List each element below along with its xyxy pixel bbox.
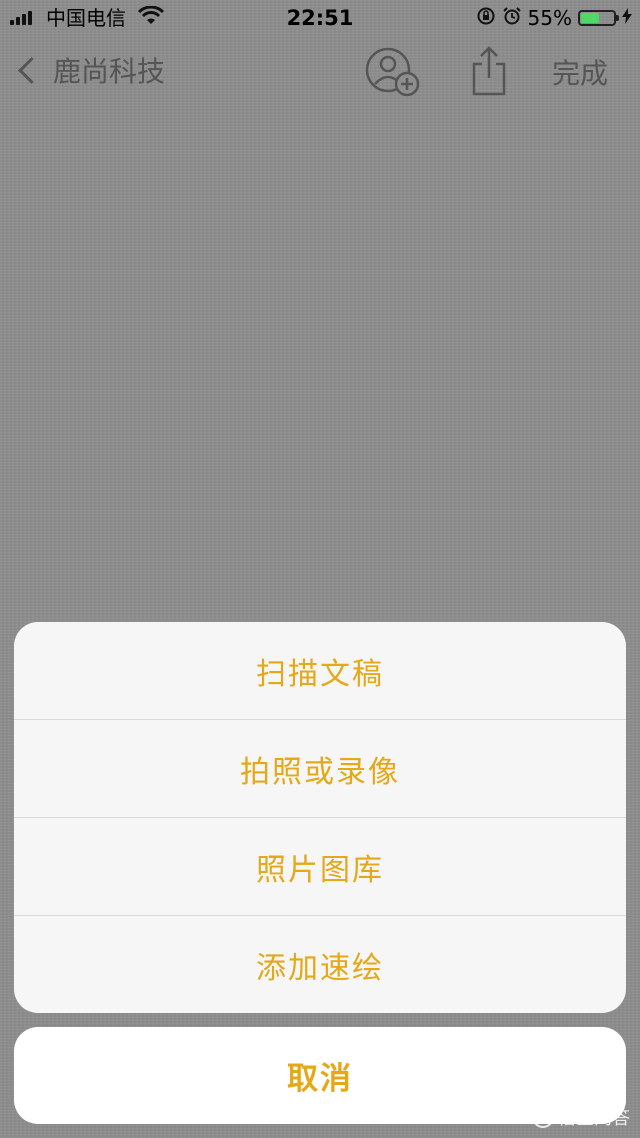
- status-bar: 中国电信 22:51 55%: [0, 0, 640, 36]
- add-sketch-option[interactable]: 添加速绘: [14, 916, 626, 1013]
- rotation-lock-icon: [476, 6, 496, 31]
- battery-icon: [578, 10, 619, 26]
- watermark-logo-icon: [532, 1106, 554, 1128]
- back-button[interactable]: 鹿尚科技: [16, 50, 165, 90]
- alarm-icon: [502, 6, 522, 31]
- back-chevron-icon: [18, 56, 45, 84]
- done-button[interactable]: 完成: [552, 52, 608, 92]
- watermark-text: 悟空问答: [558, 1108, 630, 1129]
- photo-library-option[interactable]: 照片图库: [14, 818, 626, 916]
- charging-icon: [622, 8, 632, 28]
- navigation-bar: 鹿尚科技 完成: [0, 40, 640, 100]
- add-person-icon[interactable]: [364, 46, 422, 102]
- watermark: 悟空问答: [532, 1104, 630, 1130]
- screen-background: 中国电信 22:51 55% 鹿尚科技 完成 扫描文稿 拍照或录像 照片图库 添…: [0, 0, 640, 1138]
- back-label: 鹿尚科技: [53, 55, 166, 88]
- share-icon[interactable]: [470, 44, 508, 100]
- scan-documents-option[interactable]: 扫描文稿: [14, 622, 626, 720]
- take-photo-or-video-option[interactable]: 拍照或录像: [14, 720, 626, 818]
- action-sheet: 扫描文稿 拍照或录像 照片图库 添加速绘: [14, 622, 626, 1013]
- battery-percentage: 55%: [527, 6, 572, 30]
